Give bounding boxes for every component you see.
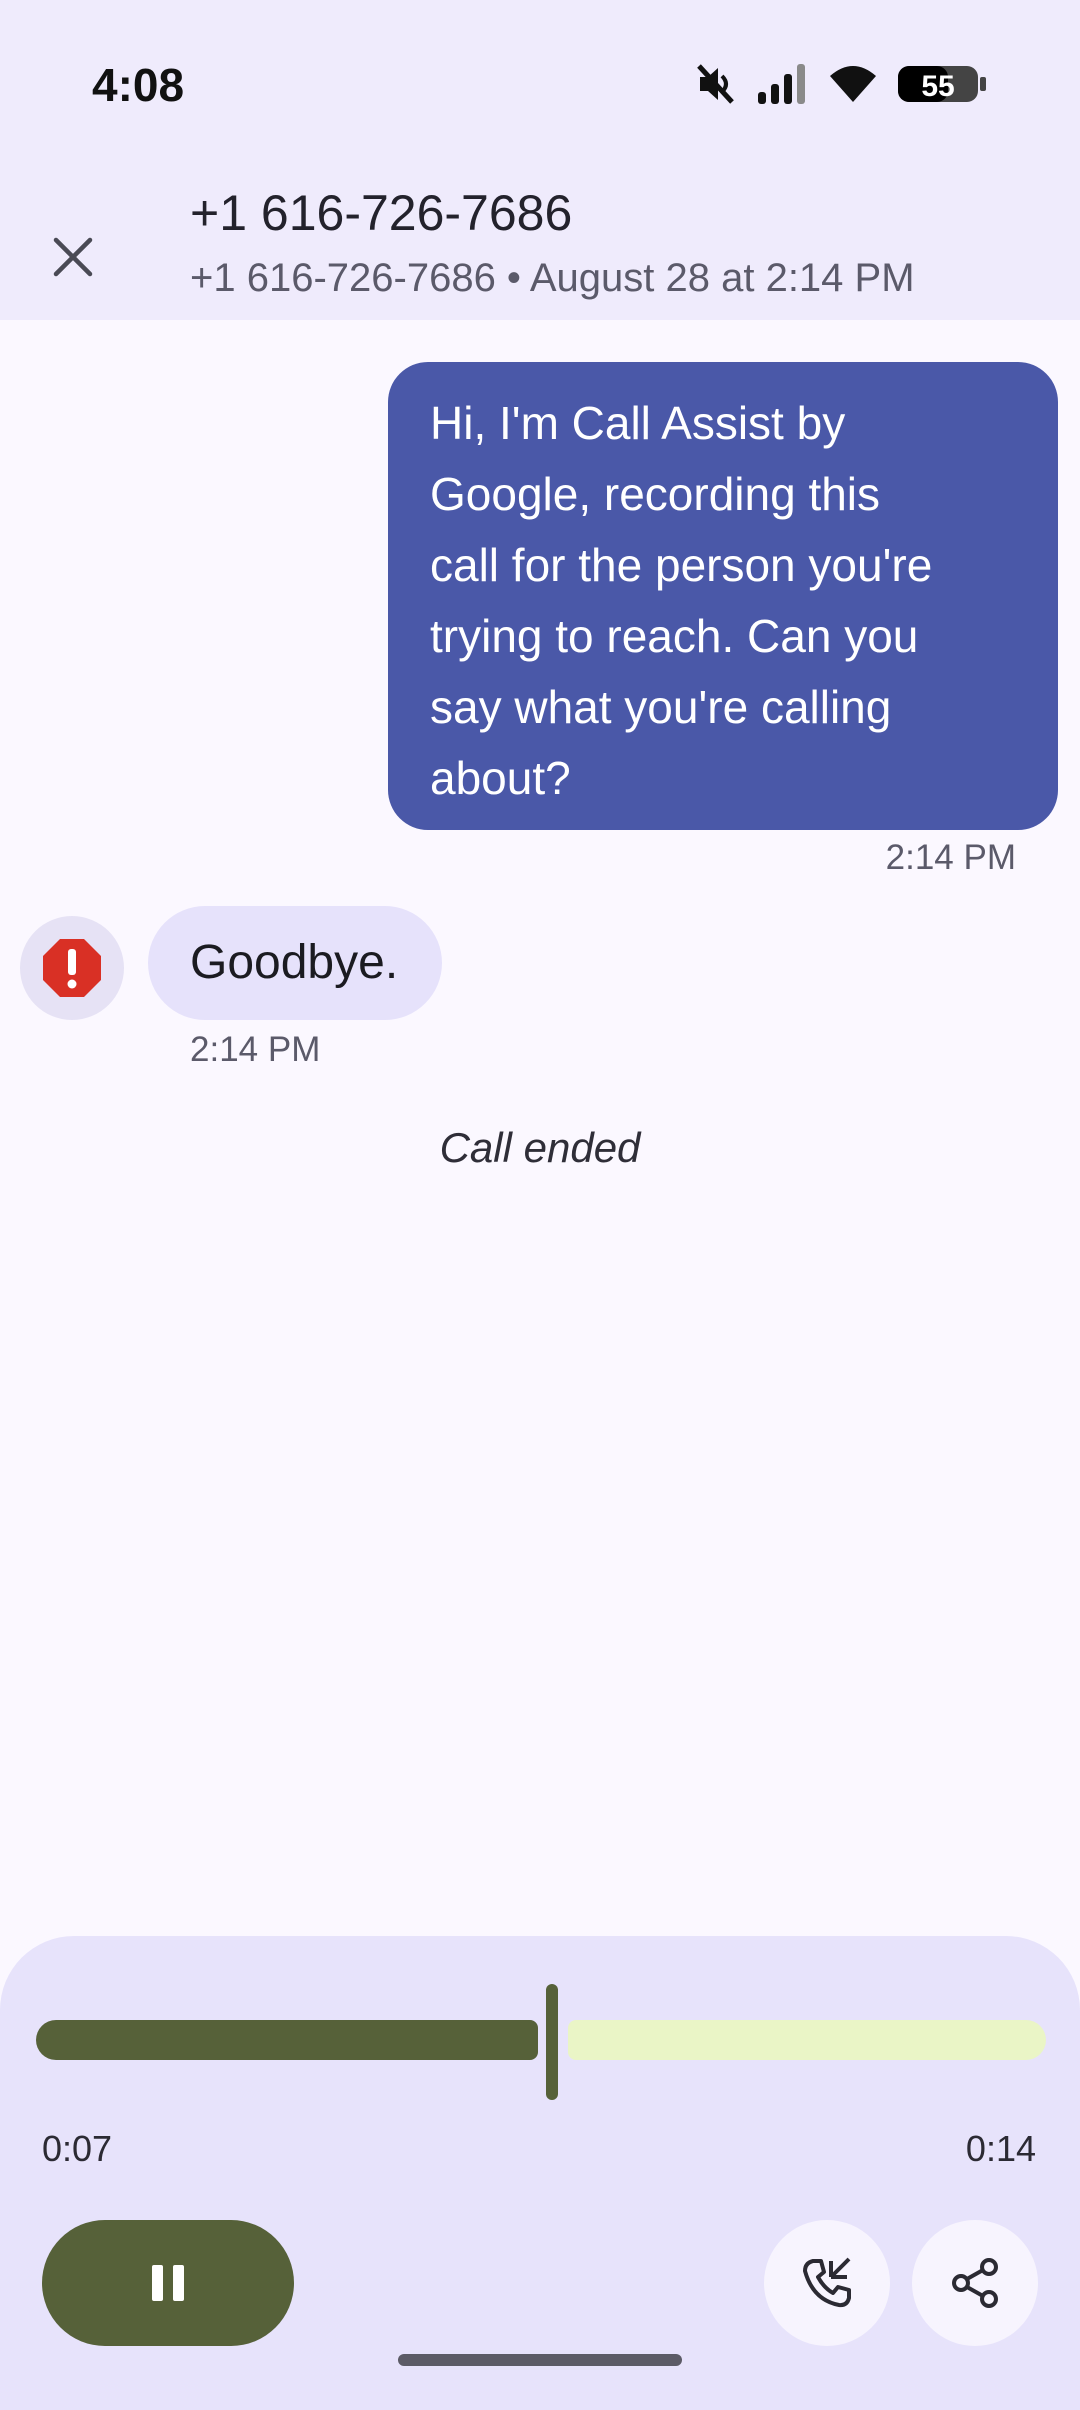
signal-icon: [758, 64, 805, 104]
incoming-message-time: 2:14 PM: [190, 1030, 321, 1069]
phone-callback-icon: [803, 2257, 851, 2308]
total-time: 0:14: [965, 2128, 1036, 2169]
share-icon: [952, 2258, 998, 2308]
outgoing-message-bubble[interactable]: Hi, I'm Call Assist by Google, recording…: [388, 362, 1058, 830]
message-line: Hi, I'm Call Assist by: [430, 397, 846, 449]
close-button[interactable]: [44, 228, 102, 286]
message-line: call for the person you're: [430, 539, 933, 591]
current-time: 0:07: [42, 2128, 113, 2169]
close-icon: [53, 237, 93, 277]
progress-played[interactable]: [36, 2020, 538, 2060]
status-bar: 4:08 55: [0, 0, 1080, 170]
message-line: trying to reach. Can you: [430, 610, 919, 662]
progress-remaining[interactable]: [568, 2020, 1046, 2060]
page-title: +1 616-726-7686: [190, 185, 573, 241]
message-text: Goodbye.: [190, 936, 399, 989]
incoming-message-bubble[interactable]: Goodbye.: [148, 906, 442, 1020]
battery-level: 55: [921, 70, 954, 103]
playback-panel: 0:07 0:14: [0, 1936, 1080, 2410]
outgoing-message-time: 2:14 PM: [885, 838, 1016, 877]
share-button[interactable]: [912, 2220, 1038, 2346]
battery-icon: 55: [898, 66, 986, 103]
message-line: Google, recording this: [430, 468, 881, 520]
status-time: 4:08: [92, 59, 185, 111]
home-indicator[interactable]: [398, 2354, 682, 2366]
pause-icon: [152, 2265, 184, 2301]
spam-warning-icon: [43, 939, 101, 997]
wifi-icon: [830, 66, 876, 102]
caller-avatar: [20, 916, 124, 1020]
message-line: about?: [430, 752, 571, 804]
pause-button[interactable]: [42, 2220, 294, 2346]
message-line: say what you're calling: [430, 681, 892, 733]
call-back-button[interactable]: [764, 2220, 890, 2346]
app-header: +1 616-726-7686 +1 616-726-7686 • August…: [0, 170, 1080, 320]
mute-icon: [697, 64, 734, 104]
page-subtitle: +1 616-726-7686 • August 28 at 2:14 PM: [190, 256, 915, 300]
progress-thumb[interactable]: [546, 1984, 558, 2100]
call-status: Call ended: [439, 1124, 641, 1171]
